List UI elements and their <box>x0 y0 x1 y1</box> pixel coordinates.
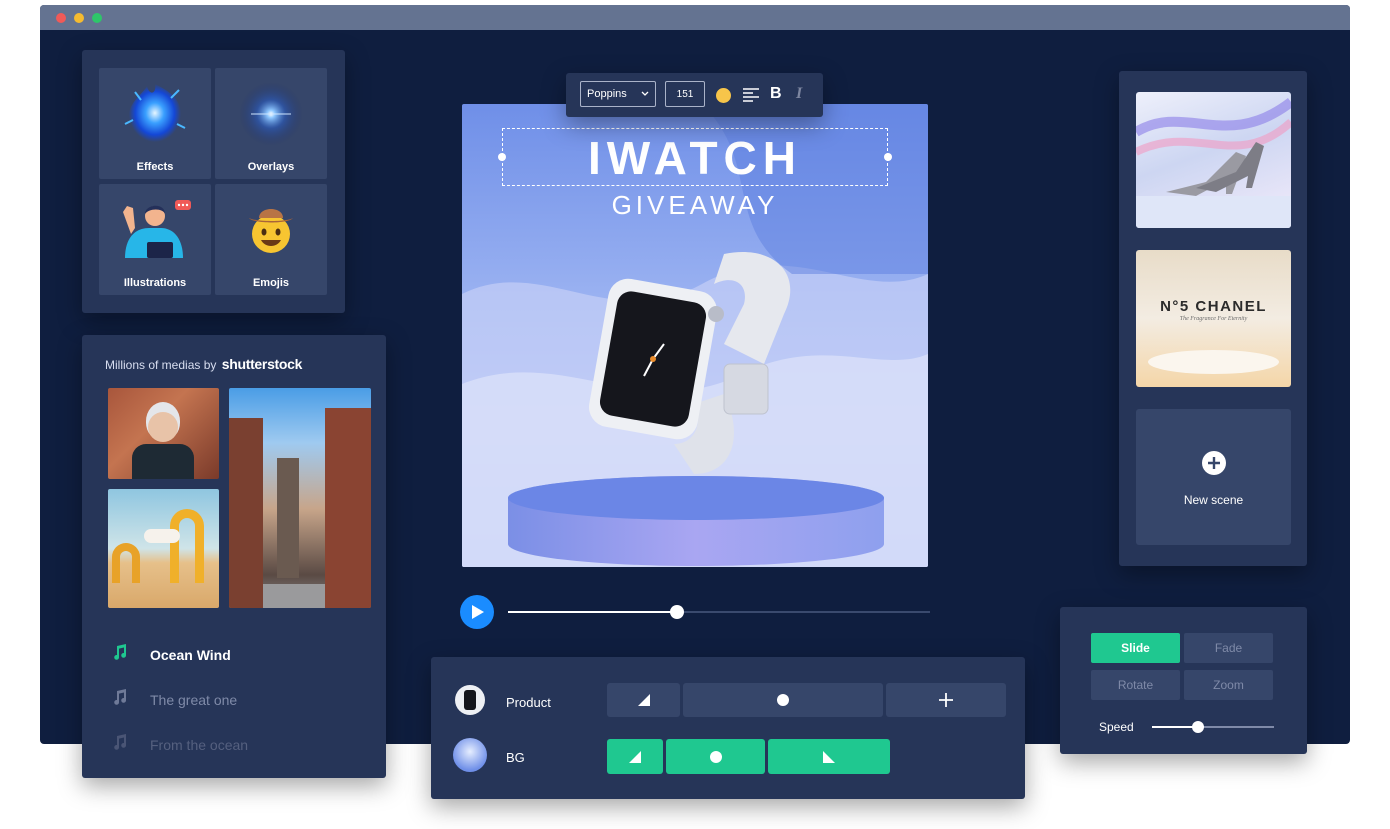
layer-duration-bar[interactable] <box>683 683 883 717</box>
timeline-track[interactable] <box>508 605 930 619</box>
cowboy-emoji-icon <box>249 209 293 253</box>
smartwatch-image <box>588 252 791 474</box>
layers-panel: Product BG <box>431 657 1025 799</box>
align-left-icon[interactable] <box>743 88 759 103</box>
bg-exit-keyframe[interactable] <box>768 739 890 774</box>
close-window-icon[interactable] <box>56 13 66 23</box>
ease-in-icon <box>637 694 650 706</box>
design-canvas[interactable]: IWATCH GIVEAWAY <box>462 104 928 567</box>
bg-thumbnail[interactable] <box>453 738 487 772</box>
chevron-down-icon <box>641 91 649 96</box>
assets-panel: Effects Overlays Illustrations Emojis <box>82 50 345 313</box>
city-bridge-photo[interactable] <box>229 388 371 608</box>
tile-label: Effects <box>136 161 174 173</box>
speed-slider-thumb[interactable] <box>1192 721 1204 733</box>
scene-thumbnail-chanel[interactable]: N°5 CHANEL The Fragrance For Eternity <box>1136 250 1291 387</box>
media-caption: Millions of medias by shutterstock <box>105 356 302 372</box>
track-item-active[interactable]: Ocean Wind <box>112 644 231 663</box>
transitions-panel: Slide Fade Rotate Zoom Speed <box>1060 607 1307 754</box>
track-title: Ocean Wind <box>150 647 231 663</box>
caption-text: Millions of medias by <box>105 358 217 372</box>
canvas-subtitle[interactable]: GIVEAWAY <box>462 190 928 221</box>
tile-label: Emojis <box>252 277 290 289</box>
canvas-title[interactable]: IWATCH <box>462 132 928 184</box>
portrait-photo[interactable] <box>108 388 219 479</box>
maximize-window-icon[interactable] <box>92 13 102 23</box>
title-bar <box>40 5 1350 30</box>
layer-label: BG <box>506 750 525 765</box>
chanel-title: N°5 CHANEL <box>1160 298 1267 315</box>
track-title: From the ocean <box>150 737 249 753</box>
play-icon <box>472 605 484 619</box>
transition-rotate-button[interactable]: Rotate <box>1091 670 1180 700</box>
arch-photo[interactable] <box>108 489 219 608</box>
music-note-icon <box>112 734 132 753</box>
plus-icon <box>939 693 953 707</box>
light-flare-icon <box>239 82 303 146</box>
transition-zoom-button[interactable]: Zoom <box>1184 670 1273 700</box>
tile-label: Illustrations <box>123 277 187 289</box>
music-note-icon <box>112 689 132 708</box>
text-color-swatch[interactable] <box>716 88 731 103</box>
chanel-subtitle: The Fragrance For Eternity <box>1179 316 1248 322</box>
layer-label: Product <box>506 695 551 710</box>
font-value: Poppins <box>587 88 627 100</box>
podium <box>1148 350 1279 374</box>
keyframe-dot-icon <box>709 750 722 763</box>
speed-slider[interactable] <box>1152 721 1274 733</box>
speed-label: Speed <box>1099 720 1134 734</box>
timeline-scrubber[interactable] <box>670 605 684 619</box>
bg-duration-bar[interactable] <box>666 739 765 774</box>
emojis-tile[interactable]: Emojis <box>215 184 327 295</box>
overlays-tile[interactable]: Overlays <box>215 68 327 179</box>
heels-image <box>1136 98 1291 228</box>
ease-out-icon <box>823 750 835 763</box>
new-scene-button[interactable]: New scene <box>1136 409 1291 545</box>
minimize-window-icon[interactable] <box>74 13 84 23</box>
tile-label: Overlays <box>247 161 295 173</box>
track-title: The great one <box>150 692 238 708</box>
effects-tile[interactable]: Effects <box>99 68 211 179</box>
track-item[interactable]: From the ocean <box>112 734 248 753</box>
bold-button[interactable]: B <box>770 85 782 103</box>
shutterstock-logo: shutterstock <box>221 356 303 372</box>
plus-circle-icon <box>1202 451 1226 475</box>
keyframe-dot-icon <box>777 694 789 706</box>
track-item[interactable]: The great one <box>112 689 237 708</box>
music-note-icon <box>112 644 132 663</box>
font-size-field[interactable]: 151 <box>665 81 705 107</box>
add-keyframe-button[interactable] <box>886 683 1006 717</box>
layer-entry-keyframe[interactable] <box>607 683 680 717</box>
illustrations-tile[interactable]: Illustrations <box>99 184 211 295</box>
scene-thumbnail-heels[interactable] <box>1136 92 1291 228</box>
scenes-panel: N°5 CHANEL The Fragrance For Eternity Ne… <box>1119 71 1307 566</box>
blue-fire-icon <box>124 84 186 142</box>
bg-entry-keyframe[interactable] <box>607 739 663 774</box>
waving-person-icon <box>123 200 191 258</box>
text-toolbar: Poppins 151 B I <box>566 73 823 117</box>
transition-slide-button[interactable]: Slide <box>1091 633 1180 663</box>
italic-button[interactable]: I <box>796 85 802 103</box>
timeline-progress <box>508 611 677 613</box>
ease-in-icon <box>629 750 641 763</box>
transition-fade-button[interactable]: Fade <box>1184 633 1273 663</box>
media-panel: Millions of medias by shutterstock Ocean… <box>82 335 386 778</box>
font-select[interactable]: Poppins <box>580 81 656 107</box>
play-button[interactable] <box>460 595 494 629</box>
product-thumbnail[interactable] <box>455 685 485 715</box>
new-scene-label: New scene <box>1183 493 1244 507</box>
